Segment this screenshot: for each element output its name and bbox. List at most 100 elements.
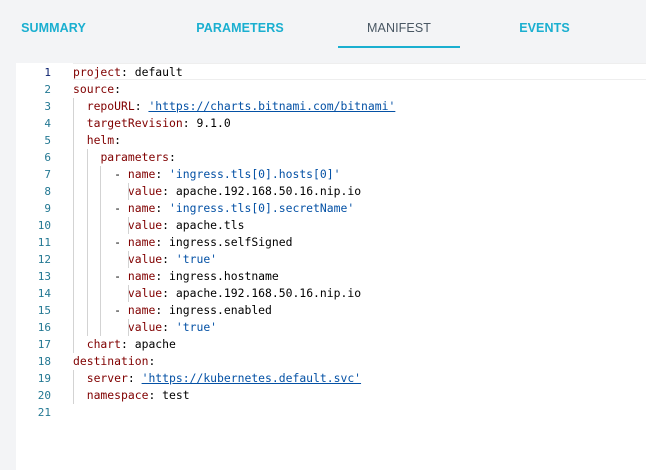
yaml-string: 'ingress.tls[0].hosts[0]' <box>169 167 341 181</box>
yaml-key: server <box>86 371 128 385</box>
line-number: 1 <box>44 66 51 79</box>
editor-gutter: 1 2 3 4 5 6 7 8 9 10 11 12 13 14 15 16 1… <box>16 63 73 470</box>
yaml-value: ingress.hostname <box>169 269 279 283</box>
yaml-key: name <box>127 201 156 215</box>
indent-guide <box>100 183 101 200</box>
line-number: 9 <box>44 202 51 215</box>
indent-guide <box>100 319 101 336</box>
indent-guide <box>73 217 74 234</box>
code-line: source: <box>73 81 646 98</box>
code-line: targetRevision: 9.1.0 <box>73 115 646 132</box>
tab-summary[interactable]: SUMMARY <box>0 0 107 48</box>
indent-guide <box>87 217 88 234</box>
code-line: - name: 'ingress.tls[0].hosts[0]' <box>73 166 646 183</box>
yaml-string: 'true' <box>175 320 218 334</box>
line-number: 18 <box>37 355 51 368</box>
yaml-value: apache.192.168.50.16.nip.io <box>175 184 362 198</box>
yaml-colon: : <box>121 337 135 351</box>
line-number: 17 <box>37 338 51 351</box>
line-number: 19 <box>37 372 51 385</box>
yaml-key: project <box>73 65 122 79</box>
yaml-key: parameters <box>100 150 170 164</box>
yaml-key: value <box>127 320 163 334</box>
line-number: 11 <box>37 236 51 249</box>
yaml-dash: - <box>114 167 128 181</box>
yaml-colon: : <box>162 252 176 266</box>
indent-guide <box>100 234 101 251</box>
yaml-colon: : <box>127 371 142 385</box>
yaml-value: ingress.enabled <box>169 303 272 317</box>
indent-guide <box>128 183 129 200</box>
indent-guide <box>87 166 88 183</box>
line-number: 14 <box>37 287 51 300</box>
yaml-key: value <box>127 252 163 266</box>
code-line: parameters: <box>73 149 646 166</box>
indent-guide <box>73 302 74 319</box>
yaml-colon: : <box>155 269 170 283</box>
code-line: server: 'https://kubernetes.default.svc' <box>73 370 646 387</box>
indent-guide <box>73 166 74 183</box>
line-number: 20 <box>37 389 51 402</box>
yaml-key: value <box>127 286 163 300</box>
yaml-dash: - <box>114 303 128 317</box>
indent-guide <box>87 200 88 217</box>
indent-guide <box>73 234 74 251</box>
code-line: namespace: test <box>73 387 646 404</box>
yaml-link[interactable]: 'https://charts.bitnami.com/bitnami' <box>148 99 395 113</box>
line-number: 21 <box>37 406 51 419</box>
indent-guide <box>87 285 88 302</box>
code-area[interactable]: project: default source: repoURL: 'https… <box>73 64 646 421</box>
indent-guide <box>100 166 101 183</box>
code-line: value: apache.192.168.50.16.nip.io <box>73 183 646 200</box>
indent-guide <box>100 200 101 217</box>
yaml-colon: : <box>114 133 122 147</box>
yaml-key: repoURL <box>86 99 135 113</box>
tab-parameters[interactable]: PARAMETERS <box>170 0 310 48</box>
yaml-value: apache <box>134 337 176 351</box>
yaml-link[interactable]: 'https://kubernetes.default.svc' <box>142 371 361 385</box>
yaml-colon: : <box>155 303 170 317</box>
line-number: 7 <box>44 168 51 181</box>
manifest-editor[interactable]: 1 2 3 4 5 6 7 8 9 10 11 12 13 14 15 16 1… <box>16 63 646 470</box>
line-number: 4 <box>44 117 51 130</box>
indent-guide <box>87 251 88 268</box>
yaml-key: name <box>127 303 156 317</box>
indent-guide <box>128 217 129 234</box>
yaml-colon: : <box>162 218 176 232</box>
tab-events[interactable]: EVENTS <box>492 0 597 48</box>
yaml-colon: : <box>148 388 163 402</box>
yaml-key: value <box>127 218 163 232</box>
line-number: 5 <box>44 134 51 147</box>
indent-guide <box>73 285 74 302</box>
indent-guide <box>73 200 74 217</box>
line-number: 13 <box>37 270 51 283</box>
indent-guide <box>100 251 101 268</box>
yaml-key: destination <box>73 354 149 368</box>
indent-guide <box>87 319 88 336</box>
code-line: repoURL: 'https://charts.bitnami.com/bit… <box>73 98 646 115</box>
code-line: value: 'true' <box>73 251 646 268</box>
tab-bar: SUMMARY PARAMETERS MANIFEST EVENTS <box>0 0 646 48</box>
yaml-key: name <box>127 269 156 283</box>
yaml-dash: - <box>114 235 128 249</box>
yaml-colon: : <box>162 320 176 334</box>
yaml-key: name <box>127 235 156 249</box>
yaml-colon: : <box>162 286 176 300</box>
yaml-value: test <box>162 388 190 402</box>
yaml-colon: : <box>148 354 156 368</box>
indent-guide <box>100 302 101 319</box>
line-number: 3 <box>44 100 51 113</box>
line-number: 10 <box>37 219 51 232</box>
tab-manifest[interactable]: MANIFEST <box>338 0 460 48</box>
yaml-value: 9.1.0 <box>196 116 231 130</box>
yaml-colon: : <box>155 201 170 215</box>
yaml-colon: : <box>134 99 149 113</box>
code-line: - name: ingress.enabled <box>73 302 646 319</box>
yaml-colon: : <box>155 235 170 249</box>
indent-guide <box>100 268 101 285</box>
indent-guide <box>73 370 74 387</box>
indent-guide <box>100 285 101 302</box>
code-line: value: apache.tls <box>73 217 646 234</box>
indent-guide <box>87 149 88 166</box>
